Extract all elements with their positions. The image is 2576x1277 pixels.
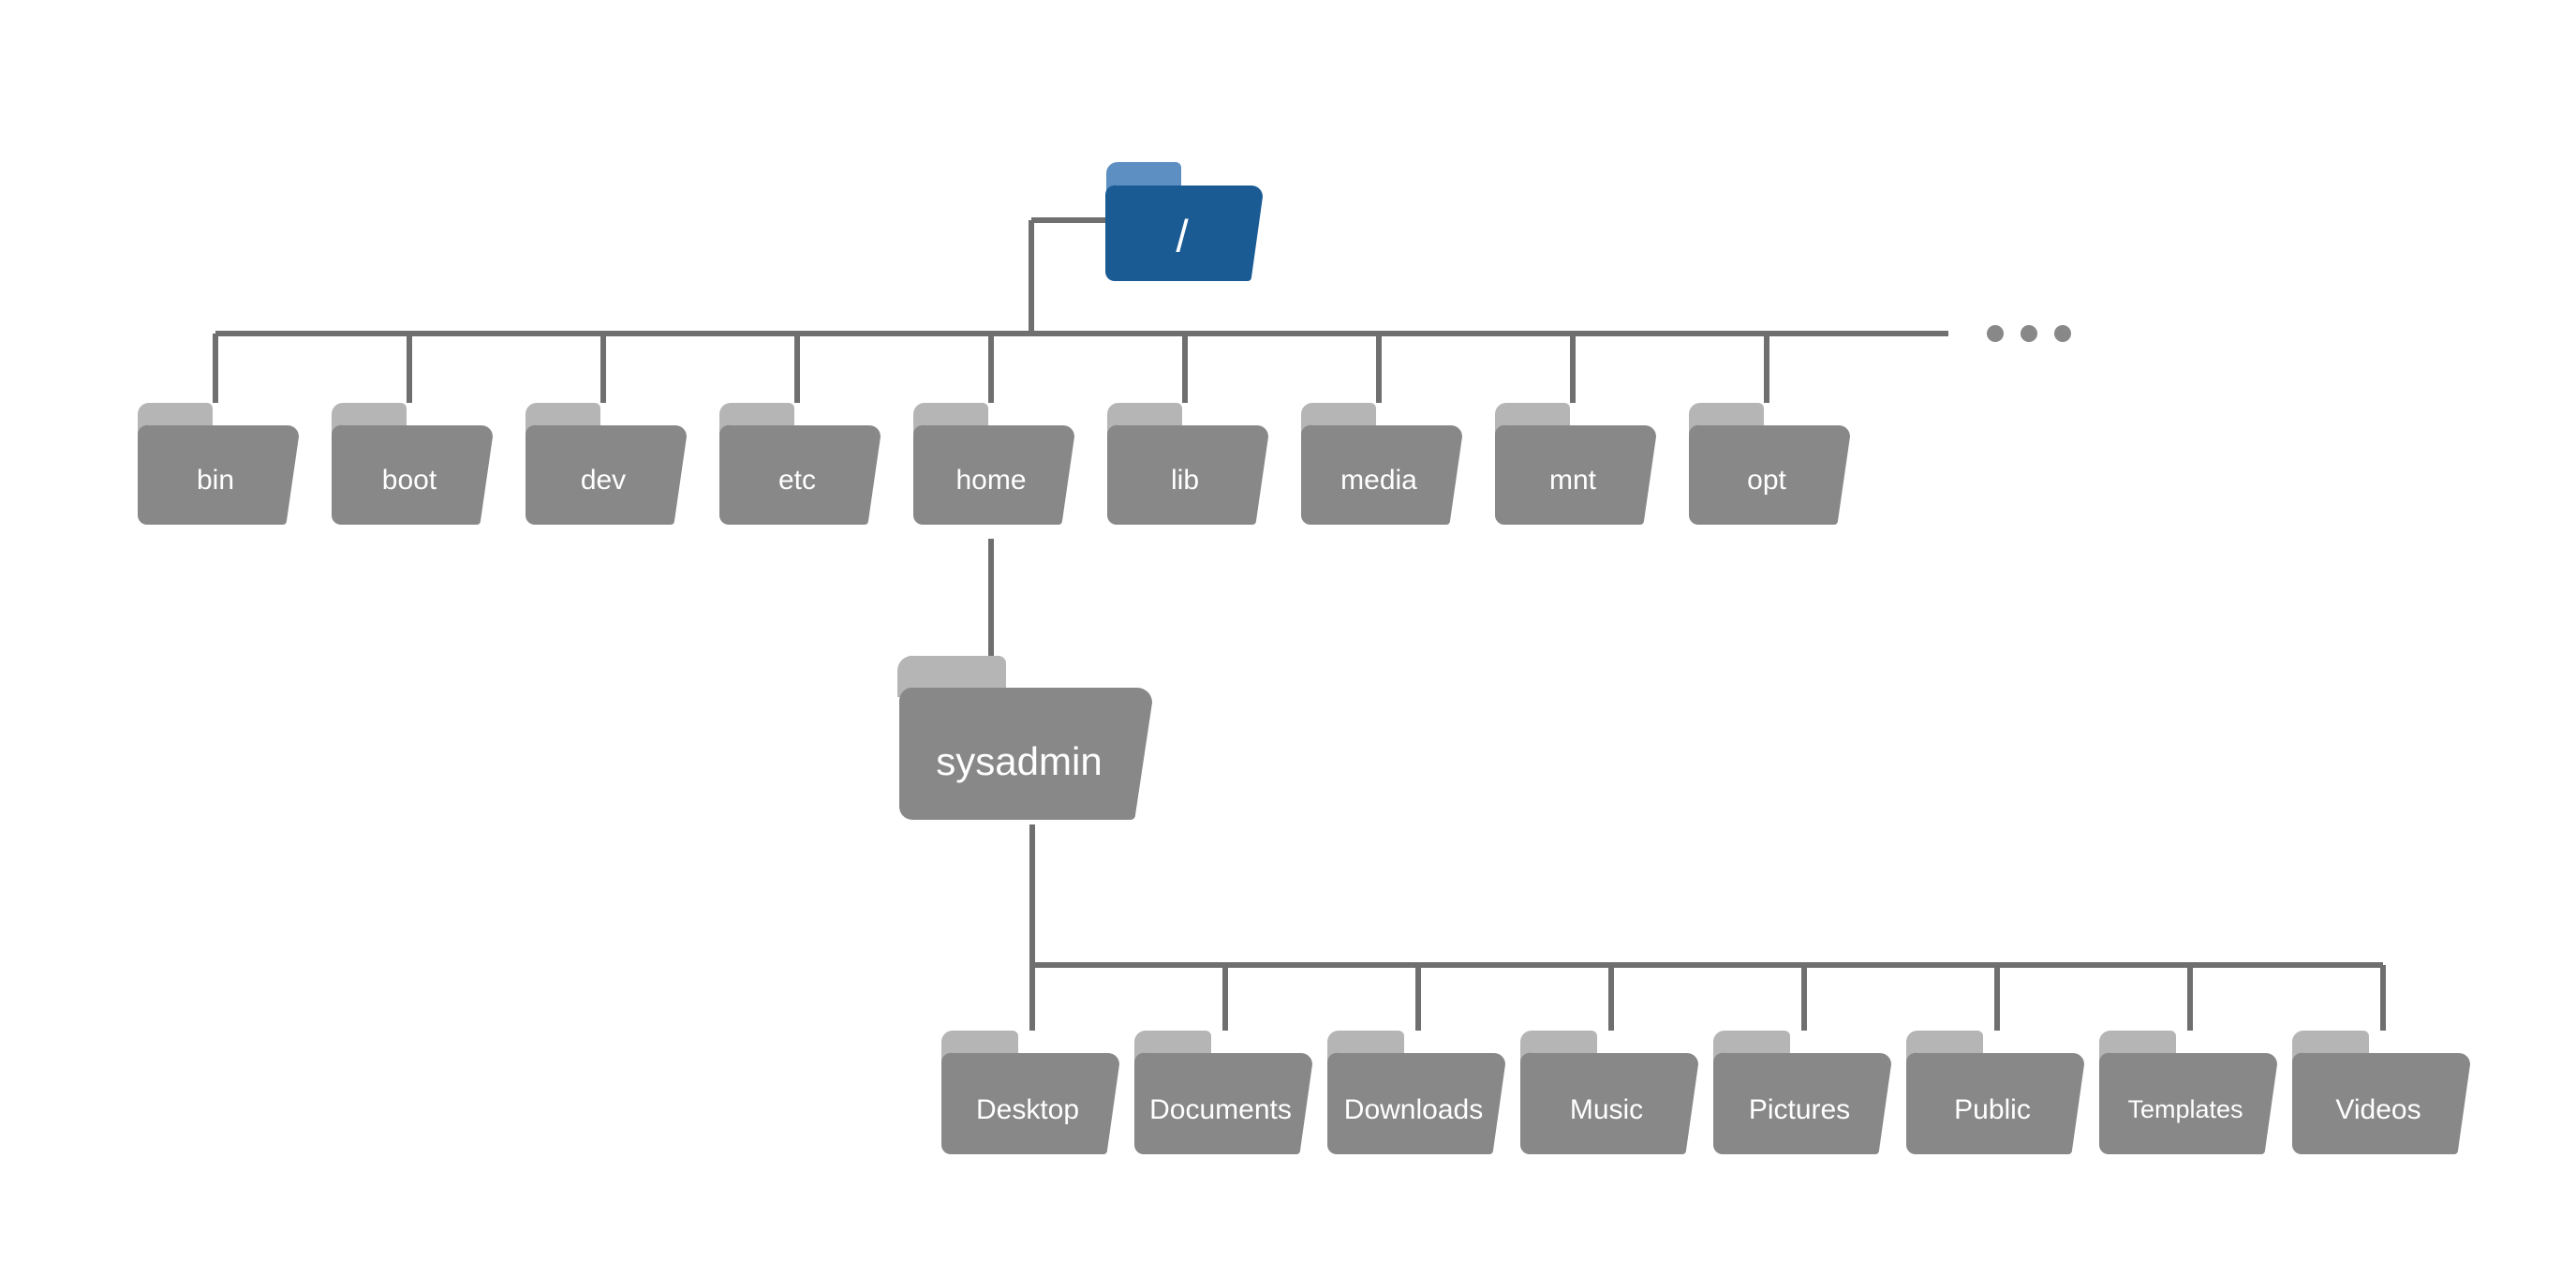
folder-label: Music (1570, 1094, 1643, 1125)
folder-icon (2292, 1031, 2470, 1154)
folder-dev: dev (526, 403, 687, 525)
folder-label: Desktop (976, 1094, 1079, 1125)
folder-icon (1327, 1031, 1505, 1154)
folder-downloads: Downloads (1327, 1031, 1505, 1154)
tree-connectors (215, 220, 2383, 1031)
folder-etc: etc (719, 403, 881, 525)
folder-sysadmin: sysadmin (897, 656, 1152, 820)
folder-label: Public (1954, 1094, 2031, 1125)
folder-root: / (1105, 162, 1263, 281)
folder-bin: bin (138, 403, 299, 525)
folder-label: opt (1747, 465, 1786, 496)
folder-boot: boot (332, 403, 493, 525)
folder-label: dev (581, 465, 626, 496)
folder-icon (1134, 1031, 1312, 1154)
folder-icon (1713, 1031, 1891, 1154)
folder-media: media (1301, 403, 1462, 525)
folder-label: Templates (2127, 1095, 2243, 1123)
folder-label: media (1340, 465, 1417, 496)
folder-icon (941, 1031, 1119, 1154)
folder-home: home (913, 403, 1074, 525)
folder-icon (1520, 1031, 1698, 1154)
folder-label: Pictures (1749, 1094, 1850, 1125)
folder-lib: lib (1107, 403, 1268, 525)
folder-opt: opt (1689, 403, 1850, 525)
folder-icon (1906, 1031, 2084, 1154)
folder-templates: Templates (2099, 1031, 2277, 1154)
folder-label: Downloads (1344, 1094, 1483, 1125)
folder-label: sysadmin (936, 739, 1102, 783)
folder-root-label: / (1176, 213, 1189, 262)
ellipsis-icon (1987, 325, 2071, 342)
folder-icon (2099, 1031, 2277, 1154)
folder-label: home (955, 465, 1026, 496)
folder-desktop: Desktop (941, 1031, 1119, 1154)
folder-label: mnt (1549, 465, 1597, 496)
folder-videos: Videos (2292, 1031, 2470, 1154)
folder-public: Public (1906, 1031, 2084, 1154)
folder-documents: Documents (1134, 1031, 1312, 1154)
folder-label: bin (197, 465, 234, 496)
folder-icon (897, 656, 1152, 820)
folder-pictures: Pictures (1713, 1031, 1891, 1154)
folder-label: Documents (1149, 1094, 1292, 1125)
folder-label: etc (778, 465, 816, 496)
folder-label: boot (382, 465, 437, 496)
level1-row: bin boot dev etc (138, 403, 1850, 525)
sysadmin-children-row: Desktop Documents Downloads Music (941, 1031, 2470, 1154)
folder-mnt: mnt (1495, 403, 1656, 525)
folder-label: Videos (2335, 1094, 2421, 1125)
folder-music: Music (1520, 1031, 1698, 1154)
folder-label: lib (1171, 465, 1199, 496)
